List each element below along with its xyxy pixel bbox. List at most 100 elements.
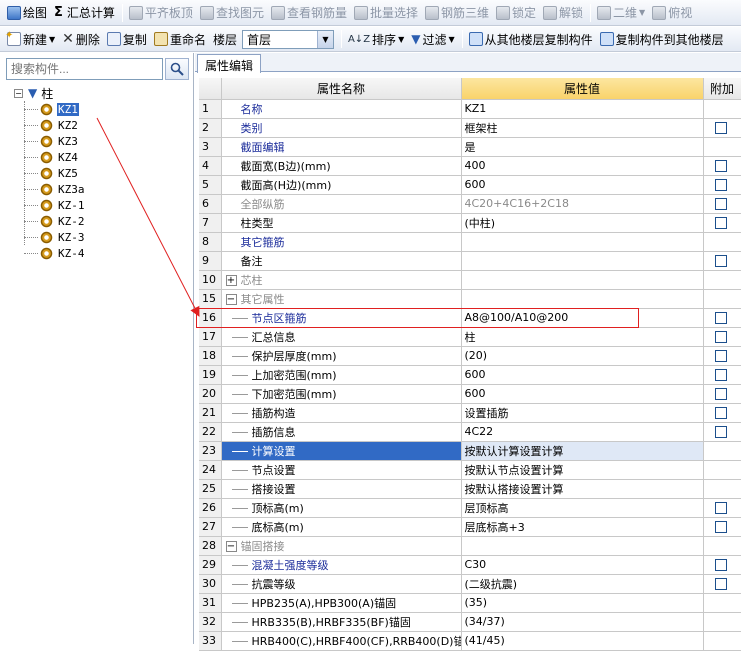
property-row[interactable]: 3 截面编辑 是: [199, 137, 741, 157]
floor-select[interactable]: 首层 ▼: [241, 29, 334, 49]
property-name-cell[interactable]: 顶标高(m): [221, 498, 462, 518]
property-row[interactable]: 24 节点设置 按默认节点设置计算: [199, 460, 741, 480]
property-value-cell[interactable]: 4C22: [461, 422, 704, 442]
property-value-cell[interactable]: 框架柱: [461, 118, 704, 138]
property-row[interactable]: 21 插筋构造 设置插筋: [199, 403, 741, 423]
property-value-cell[interactable]: 按默认搭接设置计算: [461, 479, 704, 499]
property-row[interactable]: 6 全部纵筋 4C20+4C16+2C18: [199, 194, 741, 214]
tree-item[interactable]: KZ3a: [14, 181, 86, 197]
property-row[interactable]: 7 柱类型 (中柱): [199, 213, 741, 233]
property-row[interactable]: 22 插筋信息 4C22: [199, 422, 741, 442]
rename-button[interactable]: 重命名: [151, 28, 209, 50]
extra-checkbox[interactable]: [714, 369, 727, 381]
tree-item[interactable]: KZ-3: [14, 229, 86, 245]
property-row[interactable]: 19 上加密范围(mm) 600: [199, 365, 741, 385]
new-button[interactable]: ✦ 新建 ▼: [4, 28, 58, 50]
tree-item[interactable]: KZ1: [14, 101, 86, 117]
property-name-cell[interactable]: 底标高(m): [221, 517, 462, 537]
delete-button[interactable]: ✕ 删除: [59, 28, 103, 50]
property-name-cell[interactable]: 上加密范围(mm): [221, 365, 462, 385]
property-row[interactable]: 29 混凝土强度等级 C30: [199, 555, 741, 575]
property-name-cell[interactable]: 保护层厚度(mm): [221, 346, 462, 366]
collapse-icon[interactable]: −: [225, 294, 237, 305]
property-value-cell[interactable]: 600: [461, 384, 704, 404]
tree-item[interactable]: KZ5: [14, 165, 86, 181]
property-row[interactable]: 32 HRB335(B),HRBF335(BF)锚固 (34/37): [199, 612, 741, 632]
expand-icon[interactable]: +: [225, 275, 237, 286]
property-value-cell[interactable]: (41/45): [461, 631, 704, 651]
extra-checkbox[interactable]: [714, 559, 727, 571]
property-name-cell[interactable]: 其它箍筋: [221, 232, 462, 252]
extra-checkbox[interactable]: [714, 578, 727, 590]
property-name-cell[interactable]: HRB335(B),HRBF335(BF)锚固: [221, 612, 462, 632]
property-row[interactable]: 25 搭接设置 按默认搭接设置计算: [199, 479, 741, 499]
property-row[interactable]: 17 汇总信息 柱: [199, 327, 741, 347]
header-property-value[interactable]: 属性值: [461, 78, 704, 100]
collapse-icon[interactable]: −: [225, 541, 237, 552]
tree-item[interactable]: KZ-1: [14, 197, 86, 213]
property-value-cell[interactable]: [461, 232, 704, 252]
property-row[interactable]: 26 顶标高(m) 层顶标高: [199, 498, 741, 518]
search-button[interactable]: [165, 58, 189, 80]
header-extra[interactable]: 附加: [703, 78, 741, 100]
property-row[interactable]: 33 HRB400(C),HRBF400(CF),RRB400(D)锚 (41/45…: [199, 631, 741, 651]
property-row[interactable]: 8 其它箍筋: [199, 232, 741, 252]
tree-item[interactable]: KZ-4: [14, 245, 86, 261]
property-value-cell[interactable]: 柱: [461, 327, 704, 347]
extra-checkbox[interactable]: [714, 312, 727, 324]
property-value-cell[interactable]: 4C20+4C16+2C18: [461, 194, 704, 214]
property-value-cell[interactable]: (中柱): [461, 213, 704, 233]
property-name-cell[interactable]: 混凝土强度等级: [221, 555, 462, 575]
toolbar-rebar-3d-button[interactable]: 钢筋三维: [422, 2, 492, 24]
property-row[interactable]: 18 保护层厚度(mm) (20): [199, 346, 741, 366]
property-value-cell[interactable]: KZ1: [461, 99, 704, 119]
property-name-cell[interactable]: 截面高(H边)(mm): [221, 175, 462, 195]
toolbar-pencil-button[interactable]: 绘图: [4, 2, 50, 24]
sort-button[interactable]: A↓Z 排序 ▼: [345, 28, 407, 50]
property-value-cell[interactable]: [461, 251, 704, 271]
property-name-cell[interactable]: HRB400(C),HRBF400(CF),RRB400(D)锚: [221, 631, 462, 651]
property-name-cell[interactable]: 节点设置: [221, 460, 462, 480]
tree-root[interactable]: − ▼ 柱: [14, 85, 86, 101]
property-row[interactable]: 4 截面宽(B边)(mm) 400: [199, 156, 741, 176]
filter-button[interactable]: ▼ 过滤 ▼: [408, 28, 457, 50]
property-value-cell[interactable]: [461, 289, 704, 309]
property-value-cell[interactable]: 设置插筋: [461, 403, 704, 423]
property-row[interactable]: 2 类别 框架柱: [199, 118, 741, 138]
toolbar-batch-select-button[interactable]: 批量选择: [351, 2, 421, 24]
toolbar-find-button[interactable]: 查找图元: [197, 2, 267, 24]
property-name-cell[interactable]: 抗震等级: [221, 574, 462, 594]
property-row[interactable]: 28− 锚固搭接: [199, 536, 741, 556]
property-value-cell[interactable]: 600: [461, 365, 704, 385]
toolbar-align-button[interactable]: 平齐板顶: [126, 2, 196, 24]
property-value-cell[interactable]: (35): [461, 593, 704, 613]
tree-item[interactable]: KZ3: [14, 133, 86, 149]
property-row[interactable]: 15− 其它属性: [199, 289, 741, 309]
property-value-cell[interactable]: 按默认计算设置计算: [461, 441, 704, 461]
property-name-cell[interactable]: 插筋信息: [221, 422, 462, 442]
property-row[interactable]: 10 + 芯柱: [199, 270, 741, 290]
property-name-cell[interactable]: 柱类型: [221, 213, 462, 233]
property-name-cell[interactable]: 搭接设置: [221, 479, 462, 499]
property-value-cell[interactable]: 层底标高+3: [461, 517, 704, 537]
property-name-cell[interactable]: 名称: [221, 99, 462, 119]
extra-checkbox[interactable]: [714, 350, 727, 362]
header-property-name[interactable]: 属性名称: [221, 78, 462, 100]
copy-button[interactable]: 复制: [104, 28, 150, 50]
property-name-cell[interactable]: 截面宽(B边)(mm): [221, 156, 462, 176]
extra-checkbox[interactable]: [714, 160, 727, 172]
property-name-cell[interactable]: 类别: [221, 118, 462, 138]
extra-checkbox[interactable]: [714, 122, 727, 134]
tree-item[interactable]: KZ2: [14, 117, 86, 133]
property-name-cell[interactable]: + 芯柱: [221, 270, 462, 290]
property-value-cell[interactable]: C30: [461, 555, 704, 575]
toolbar-view-rebar-button[interactable]: 查看钢筋量: [268, 2, 350, 24]
property-name-cell[interactable]: − 锚固搭接: [221, 536, 462, 556]
toolbar-sigma-button[interactable]: Σ 汇总计算: [51, 2, 118, 24]
property-row[interactable]: 30 抗震等级 (二级抗震): [199, 574, 741, 594]
toolbar-topview-button[interactable]: 俯视: [649, 2, 695, 24]
extra-checkbox[interactable]: [714, 502, 727, 514]
property-value-cell[interactable]: 600: [461, 175, 704, 195]
extra-checkbox[interactable]: [714, 255, 727, 267]
property-row[interactable]: 1 名称 KZ1: [199, 99, 741, 119]
